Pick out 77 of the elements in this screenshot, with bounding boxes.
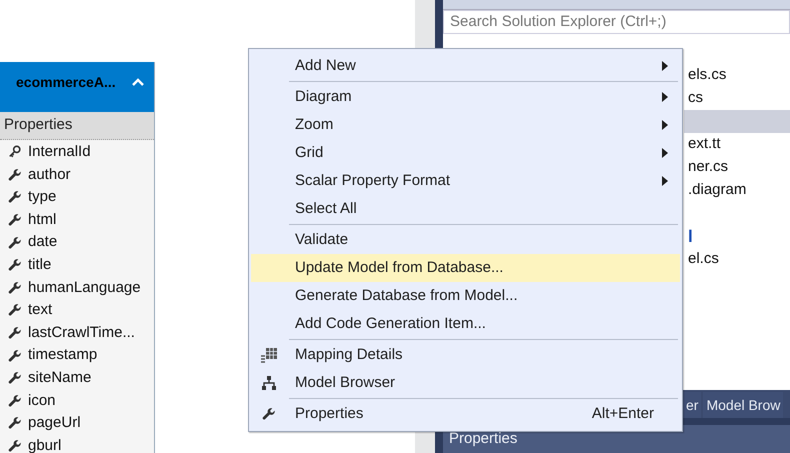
menu-item[interactable]: Scalar Property Format	[251, 167, 680, 195]
wrench-icon	[8, 394, 22, 408]
menu-item[interactable]: Generate Database from Model...	[251, 282, 680, 310]
tree-item-label: els.cs	[688, 65, 726, 86]
property-name[interactable]: type	[28, 186, 56, 209]
menu-item-label: Generate Database from Model...	[295, 286, 518, 306]
property-name[interactable]: siteName	[28, 366, 92, 390]
menu-item-label: Grid	[295, 142, 324, 163]
property-name[interactable]: timestamp	[28, 344, 98, 367]
property-name[interactable]: html	[28, 208, 56, 232]
menu-item-label: Validate	[295, 230, 348, 250]
menu-item[interactable]: Add New	[251, 52, 680, 80]
entity-shape[interactable]: ecommerceA... Properties InternalId author type html date title humanLanguage text lastCrawlTime... timestamp siteName icon pageUrl gburl	[0, 62, 155, 453]
wrench-icon	[8, 168, 22, 182]
wrench-icon	[8, 416, 22, 430]
submenu-arrow-icon	[662, 176, 668, 186]
menu-item-label: Mapping Details	[295, 344, 403, 365]
property-name[interactable]: text	[28, 299, 52, 322]
wrench-icon	[262, 407, 276, 421]
tree-item-label: el.cs	[688, 249, 719, 270]
wrench-icon	[8, 280, 22, 295]
key-icon	[8, 145, 22, 160]
panel-tab[interactable]: Model Brow	[703, 392, 784, 418]
menu-item[interactable]: Update Model from Database...	[251, 254, 680, 282]
menu-item[interactable]: Properties Alt+Enter	[251, 400, 680, 428]
tree-item-label: cs	[688, 88, 703, 108]
hierarchy-icon	[261, 375, 277, 391]
wrench-icon	[8, 258, 22, 272]
wrench-icon	[8, 371, 22, 386]
menu-item-label: Add New	[295, 56, 356, 76]
wrench-icon	[8, 303, 22, 318]
menu-item-label: Add Code Generation Item...	[295, 314, 486, 334]
property-name[interactable]: date	[28, 231, 58, 254]
entity-title: ecommerceA...	[16, 73, 116, 92]
tree-item-label: l	[688, 226, 693, 248]
property-name[interactable]: lastCrawlTime...	[28, 322, 135, 344]
menu-item-label: Zoom	[295, 114, 334, 135]
property-name[interactable]: pageUrl	[28, 412, 81, 435]
tree-item-label: .diagram	[688, 180, 746, 200]
tree-item-label: ner.cs	[688, 157, 728, 178]
shortcut-label: Alt+Enter	[592, 404, 654, 424]
wrench-icon	[8, 236, 22, 250]
search-field[interactable]: Search Solution Explorer (Ctrl+;)	[443, 10, 790, 34]
property-name[interactable]: title	[28, 254, 52, 277]
property-name[interactable]: icon	[28, 390, 56, 412]
menu-item-label: Update Model from Database...	[295, 258, 504, 278]
menu-item[interactable]: Model Browser	[251, 369, 680, 397]
menu-item-label: Model Browser	[295, 372, 396, 393]
panel-tab[interactable]: er	[683, 392, 702, 418]
grid-table-icon	[260, 347, 278, 363]
menu-item[interactable]: Select All	[251, 195, 680, 223]
submenu-arrow-icon	[662, 148, 668, 158]
submenu-arrow-icon	[662, 92, 668, 102]
wrench-icon	[8, 348, 22, 363]
section-header: Properties	[0, 112, 154, 140]
property-name[interactable]: InternalId	[28, 141, 91, 164]
tree-item-label: ext.tt	[688, 134, 721, 154]
menu-item[interactable]: Validate	[251, 226, 680, 254]
property-name[interactable]: author	[28, 164, 71, 186]
collapse-icon[interactable]	[132, 77, 144, 87]
menu-item[interactable]: Grid	[251, 139, 680, 167]
submenu-arrow-icon	[662, 120, 668, 130]
wrench-icon	[8, 326, 22, 340]
submenu-arrow-icon	[662, 61, 668, 71]
menu-item-label: Scalar Property Format	[295, 170, 450, 191]
menu-item[interactable]: Add Code Generation Item...	[251, 310, 680, 338]
menu-item-label: Diagram	[295, 86, 352, 107]
menu-item[interactable]: Zoom	[251, 111, 680, 139]
menu-item-label: Properties	[295, 404, 364, 424]
menu-item[interactable]: Mapping Details	[251, 341, 680, 369]
menu-item[interactable]: Diagram	[251, 83, 680, 111]
property-name[interactable]: gburl	[28, 434, 62, 453]
wrench-icon	[8, 439, 22, 453]
wrench-icon	[8, 213, 22, 228]
wrench-icon	[8, 190, 22, 204]
property-name[interactable]: humanLanguage	[28, 276, 141, 300]
menu-item-label: Select All	[295, 198, 357, 219]
